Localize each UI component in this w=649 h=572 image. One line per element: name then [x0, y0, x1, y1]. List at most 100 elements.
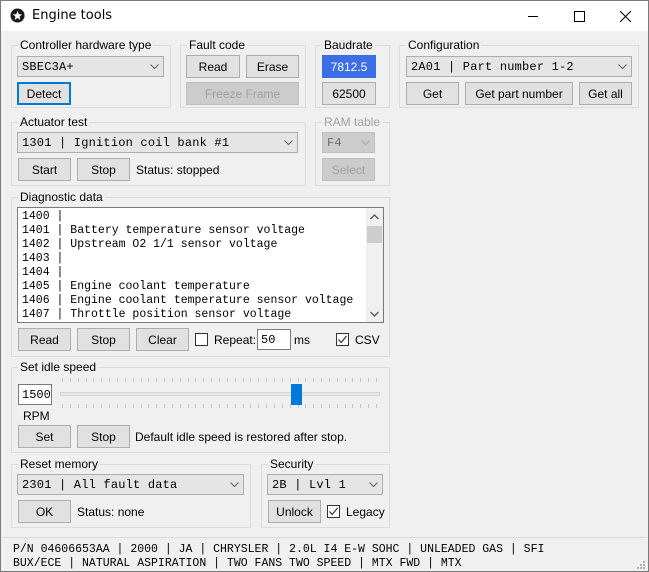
slider-tick [321, 404, 323, 408]
reset-memory-value: 2301 | All fault data [22, 477, 178, 492]
slider-tick [132, 378, 134, 382]
diagnostic-line[interactable]: 1405 | Engine coolant temperature [22, 280, 353, 294]
scroll-down-icon[interactable] [366, 305, 383, 322]
controller-hardware-value: SBEC3A+ [22, 59, 74, 74]
actuator-stop-button[interactable]: Stop [77, 158, 130, 181]
idle-stop-button[interactable]: Stop [77, 425, 130, 448]
security-unlock-button[interactable]: Unlock [268, 500, 321, 523]
slider-tick [273, 378, 275, 382]
diag-read-button[interactable]: Read [18, 328, 71, 351]
reset-memory-select[interactable]: 2301 | All fault data [17, 474, 244, 495]
diagnostic-data-label: Diagnostic data [18, 190, 105, 204]
idle-set-button[interactable]: Set [18, 425, 71, 448]
slider-tick [148, 404, 150, 408]
slider-tick [266, 404, 268, 408]
actuator-status: Status: stopped [136, 163, 220, 177]
reset-ok-button[interactable]: OK [18, 500, 71, 523]
slider-tick [132, 404, 134, 408]
slider-tick [148, 378, 150, 382]
idle-rpm-input[interactable]: 1500 [18, 384, 52, 405]
repeat-label: Repeat: [214, 333, 257, 347]
diagnostic-line[interactable]: 1406 | Engine coolant temperature sensor… [22, 294, 353, 308]
diagnostic-scrollbar[interactable] [366, 208, 383, 322]
diagnostic-line[interactable]: 1404 | [22, 266, 353, 280]
slider-tick [187, 404, 189, 408]
repeat-checkbox[interactable] [195, 333, 208, 346]
reset-memory-status: Status: none [77, 505, 145, 519]
repeat-interval-input[interactable]: 50 [257, 329, 291, 350]
diagnostic-line[interactable]: 1400 | [22, 210, 353, 224]
slider-thumb[interactable] [290, 384, 302, 405]
scroll-up-icon[interactable] [366, 208, 383, 225]
idle-rpm-value: 1500 [22, 387, 51, 402]
slider-tick [62, 404, 63, 408]
slider-tick [140, 378, 142, 382]
detect-button[interactable]: Detect [17, 82, 71, 105]
slider-tick [226, 378, 228, 382]
slider-tick [101, 378, 103, 382]
slider-tick [305, 378, 307, 382]
close-button[interactable] [602, 1, 648, 31]
actuator-test-value: 1301 | Ignition coil bank #1 [22, 135, 230, 150]
slider-tick [211, 378, 213, 382]
baudrate-label: Baudrate [322, 38, 375, 52]
repeat-unit: ms [294, 333, 310, 347]
slider-tick [234, 378, 236, 382]
slider-tick [273, 404, 275, 408]
diagnostic-line[interactable]: 1407 | Throttle position sensor voltage [22, 308, 353, 322]
checkmark-icon [329, 507, 338, 516]
fault-code-label: Fault code [187, 38, 248, 52]
diagnostic-line[interactable]: 1402 | Upstream O2 1/1 sensor voltage [22, 238, 353, 252]
slider-tick [368, 378, 370, 382]
slider-tick [164, 378, 166, 382]
diagnostic-data-list[interactable]: 1400 | 1401 | Battery temperature sensor … [17, 207, 384, 323]
actuator-test-select[interactable]: 1301 | Ignition coil bank #1 [17, 132, 298, 153]
slider-tick [156, 378, 158, 382]
slider-tick [250, 404, 252, 408]
diagnostic-line[interactable]: 1401 | Battery temperature sensor voltag… [22, 224, 353, 238]
idle-speed-slider[interactable] [56, 373, 386, 413]
csv-label: CSV [355, 333, 380, 347]
app-logo-icon [10, 8, 25, 23]
csv-checkbox[interactable] [336, 333, 349, 346]
config-get-button[interactable]: Get [406, 82, 459, 105]
security-select[interactable]: 2B | Lvl 1 [267, 474, 383, 495]
security-label: Security [268, 457, 316, 471]
slider-tick [219, 378, 220, 382]
ram-select-button[interactable]: Select [322, 158, 375, 181]
ram-table-select[interactable]: F4 [322, 132, 375, 153]
maximize-button[interactable] [556, 1, 602, 31]
diag-stop-button[interactable]: Stop [77, 328, 130, 351]
fault-erase-button[interactable]: Erase [246, 55, 299, 78]
freeze-frame-button[interactable]: Freeze Frame [186, 82, 299, 105]
slider-tick [85, 404, 87, 408]
engine-tools-window: Engine tools Controller hardware type SB… [0, 0, 649, 572]
slider-tick [124, 404, 126, 408]
baudrate-62500-button[interactable]: 62500 [322, 82, 376, 105]
chevron-down-icon [279, 139, 297, 146]
ram-table-value: F4 [327, 135, 342, 150]
slider-tick [93, 404, 95, 408]
minimize-button[interactable] [510, 1, 556, 31]
get-part-number-button[interactable]: Get part number [465, 82, 573, 105]
fault-read-button[interactable]: Read [186, 55, 240, 78]
configuration-select[interactable]: 2A01 | Part number 1-2 [406, 56, 632, 77]
diagnostic-line[interactable]: 1403 | [22, 252, 353, 266]
config-get-all-button[interactable]: Get all [579, 82, 632, 105]
actuator-start-button[interactable]: Start [18, 158, 71, 181]
slider-tick [297, 378, 299, 382]
controller-hardware-select[interactable]: SBEC3A+ [17, 56, 164, 77]
scroll-thumb[interactable] [367, 226, 382, 243]
slider-tick [258, 378, 260, 382]
legacy-checkbox[interactable] [327, 505, 340, 518]
slider-tick [328, 404, 330, 408]
baudrate-7812-button[interactable]: 7812.5 [322, 55, 376, 78]
slider-tick [368, 404, 370, 408]
slider-tick [69, 404, 71, 408]
slider-tick [305, 404, 307, 408]
resize-grip-icon[interactable] [635, 559, 645, 569]
repeat-interval-value: 50 [261, 332, 276, 347]
slider-tick [352, 378, 354, 382]
diag-clear-button[interactable]: Clear [136, 328, 189, 351]
legacy-label: Legacy [346, 505, 385, 519]
